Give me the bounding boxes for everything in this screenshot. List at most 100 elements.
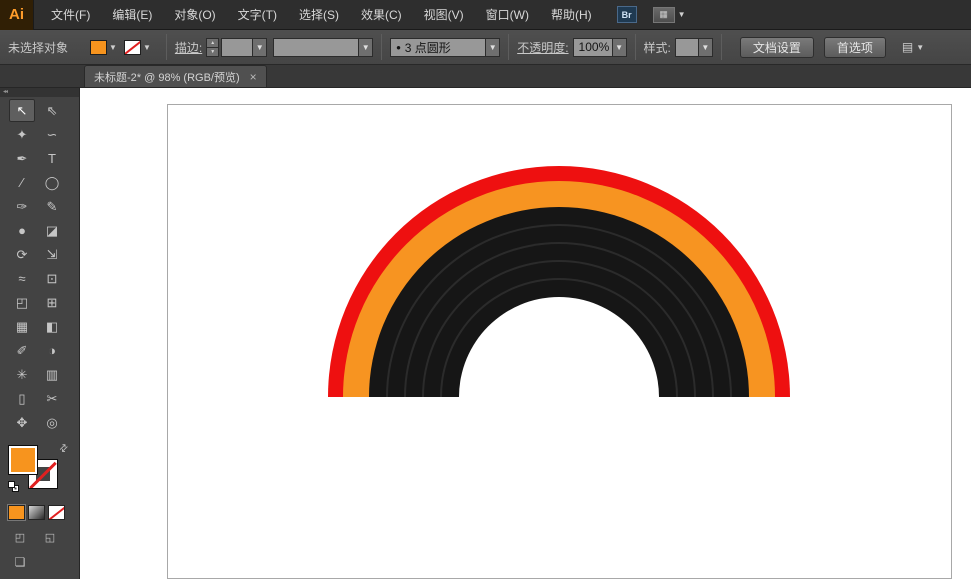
default-fill-stroke-icon[interactable] — [8, 481, 20, 493]
rainbow-shape[interactable] — [80, 88, 971, 579]
color-mode-buttons — [8, 505, 65, 520]
menu-item[interactable]: 编辑(E) — [101, 0, 163, 29]
blend-tool[interactable]: ◑ — [39, 339, 65, 362]
gradient-button[interactable] — [28, 505, 45, 520]
chevron-down-icon[interactable]: ▼ — [698, 39, 712, 56]
app-logo: Ai — [0, 0, 34, 30]
draw-normal-icon[interactable]: ◰ — [8, 529, 32, 545]
chevron-down-icon[interactable]: ▼ — [143, 43, 151, 52]
separator — [508, 34, 509, 60]
tool-panel: ◂◂ ↖⇖✦∽✒T∕◯✑✎●◪⟳⇲≈⊡◰⊞▦◧✐◑✳▥▯✂✥◎ ⇄ ◰ ◱ ❏ — [0, 88, 80, 579]
style-select[interactable]: ▼ — [675, 38, 713, 57]
opacity-select[interactable]: 100% ▼ — [573, 38, 627, 57]
direct-selection-tool[interactable]: ⇖ — [39, 99, 65, 122]
stroke-weight-stepper[interactable]: ▲ ▼ — [206, 38, 219, 57]
document-setup-button[interactable]: 文档设置 — [740, 37, 814, 58]
opacity-value: 100% — [574, 39, 612, 56]
draw-behind-icon[interactable]: ◱ — [38, 529, 62, 545]
color-button[interactable] — [8, 505, 25, 520]
ellipse-tool[interactable]: ◯ — [39, 171, 65, 194]
chevron-down-icon[interactable]: ▼ — [109, 43, 117, 52]
control-bar: 未选择对象 ▼ ▼ 描边: ▲ ▼ ▼ ▼ • 3 点圆形 ▼ 不透明度: 10… — [0, 30, 971, 65]
document-tab-bar: 未标题-2* @ 98% (RGB/预览) × — [0, 65, 971, 88]
stroke-panel-link[interactable]: 描边: — [175, 39, 202, 56]
close-icon[interactable]: × — [250, 70, 257, 84]
style-value — [676, 39, 698, 56]
width-profile-select[interactable]: ▼ — [273, 38, 373, 57]
hand-tool[interactable]: ✥ — [9, 411, 35, 434]
chevron-down-icon: ▼ — [678, 10, 686, 19]
eraser-tool[interactable]: ◪ — [39, 219, 65, 242]
default-fill — [8, 481, 15, 488]
width-tool[interactable]: ≈ — [9, 267, 35, 290]
stroke-weight-select[interactable]: ▼ — [221, 38, 267, 57]
fill-color-control[interactable]: ▼ — [90, 40, 124, 55]
column-graph-tool[interactable]: ▥ — [39, 363, 65, 386]
tool-panel-header[interactable]: ◂◂ — [0, 88, 79, 97]
menu-item[interactable]: 选择(S) — [288, 0, 350, 29]
stepper-down-icon[interactable]: ▼ — [207, 48, 218, 56]
chevron-down-icon[interactable]: ▼ — [612, 39, 626, 56]
stroke-color-control[interactable]: ▼ — [124, 40, 158, 55]
rotate-tool[interactable]: ⟳ — [9, 243, 35, 266]
separator — [166, 34, 167, 60]
none-button[interactable] — [48, 505, 65, 520]
chevron-down-icon[interactable]: ▼ — [252, 39, 266, 56]
magic-wand-tool[interactable]: ✦ — [9, 123, 35, 146]
scale-tool[interactable]: ⇲ — [39, 243, 65, 266]
eyedropper-tool[interactable]: ✐ — [9, 339, 35, 362]
pencil-tool[interactable]: ✎ — [39, 195, 65, 218]
bridge-icon[interactable]: Br — [617, 6, 637, 23]
free-transform-tool[interactable]: ⊡ — [39, 267, 65, 290]
mesh-tool[interactable]: ▦ — [9, 315, 35, 338]
perspective-grid-tool[interactable]: ⊞ — [39, 291, 65, 314]
style-label: 样式: — [644, 39, 671, 56]
menu-item[interactable]: 文件(F) — [40, 0, 101, 29]
brush-name-text: 3 点圆形 — [405, 39, 451, 56]
selection-tool[interactable]: ↖ — [9, 99, 35, 122]
lasso-tool[interactable]: ∽ — [39, 123, 65, 146]
separator — [381, 34, 382, 60]
stepper-up-icon[interactable]: ▲ — [207, 39, 218, 48]
selection-status-text: 未选择对象 — [8, 39, 68, 56]
swap-fill-stroke-icon[interactable]: ⇄ — [57, 442, 71, 456]
menu-item[interactable]: 窗口(W) — [475, 0, 540, 29]
brush-value: • 3 点圆形 — [391, 39, 485, 56]
paintbrush-tool[interactable]: ✑ — [9, 195, 35, 218]
gradient-tool[interactable]: ◧ — [39, 315, 65, 338]
screen-mode-icon[interactable]: ❏ — [8, 554, 32, 570]
shape-builder-tool[interactable]: ◰ — [9, 291, 35, 314]
tool-grid: ↖⇖✦∽✒T∕◯✑✎●◪⟳⇲≈⊡◰⊞▦◧✐◑✳▥▯✂✥◎ — [0, 97, 79, 434]
brush-preview-icon: • — [396, 40, 401, 55]
menu-item[interactable]: 视图(V) — [413, 0, 475, 29]
menu-item[interactable]: 文字(T) — [227, 0, 288, 29]
line-segment-tool[interactable]: ∕ — [9, 171, 35, 194]
pen-tool[interactable]: ✒ — [9, 147, 35, 170]
symbol-sprayer-tool[interactable]: ✳ — [9, 363, 35, 386]
draw-mode-buttons: ◰ ◱ — [8, 529, 62, 545]
opacity-panel-link[interactable]: 不透明度: — [517, 39, 568, 56]
blob-brush-tool[interactable]: ● — [9, 219, 35, 242]
artboard-tool[interactable]: ▯ — [9, 387, 35, 410]
menu-item[interactable]: 帮助(H) — [540, 0, 603, 29]
type-tool[interactable]: T — [39, 147, 65, 170]
menu-item[interactable]: 效果(C) — [350, 0, 413, 29]
brush-definition-select[interactable]: • 3 点圆形 ▼ — [390, 38, 500, 57]
chevron-down-icon[interactable]: ▼ — [358, 39, 372, 56]
separator — [721, 34, 722, 60]
document-tab[interactable]: 未标题-2* @ 98% (RGB/预览) × — [84, 65, 267, 87]
fill-color-swatch[interactable] — [90, 40, 107, 55]
zoom-tool[interactable]: ◎ — [39, 411, 65, 434]
chevron-down-icon[interactable]: ▼ — [485, 39, 499, 56]
width-profile-value — [274, 39, 358, 56]
menu-bar: Ai 文件(F)编辑(E)对象(O)文字(T)选择(S)效果(C)视图(V)窗口… — [0, 0, 971, 30]
panel-menu-icon: ▤ — [902, 40, 913, 54]
menu-item[interactable]: 对象(O) — [163, 0, 226, 29]
slice-tool[interactable]: ✂ — [39, 387, 65, 410]
fill-indicator-swatch[interactable] — [8, 445, 38, 475]
control-panel-menu[interactable]: ▤ ▼ — [902, 40, 924, 54]
canvas-area[interactable] — [80, 88, 971, 579]
preferences-button[interactable]: 首选项 — [824, 37, 886, 58]
workspace-switcher[interactable]: ▦ ▼ — [653, 7, 686, 23]
stroke-none-swatch[interactable] — [124, 40, 141, 55]
